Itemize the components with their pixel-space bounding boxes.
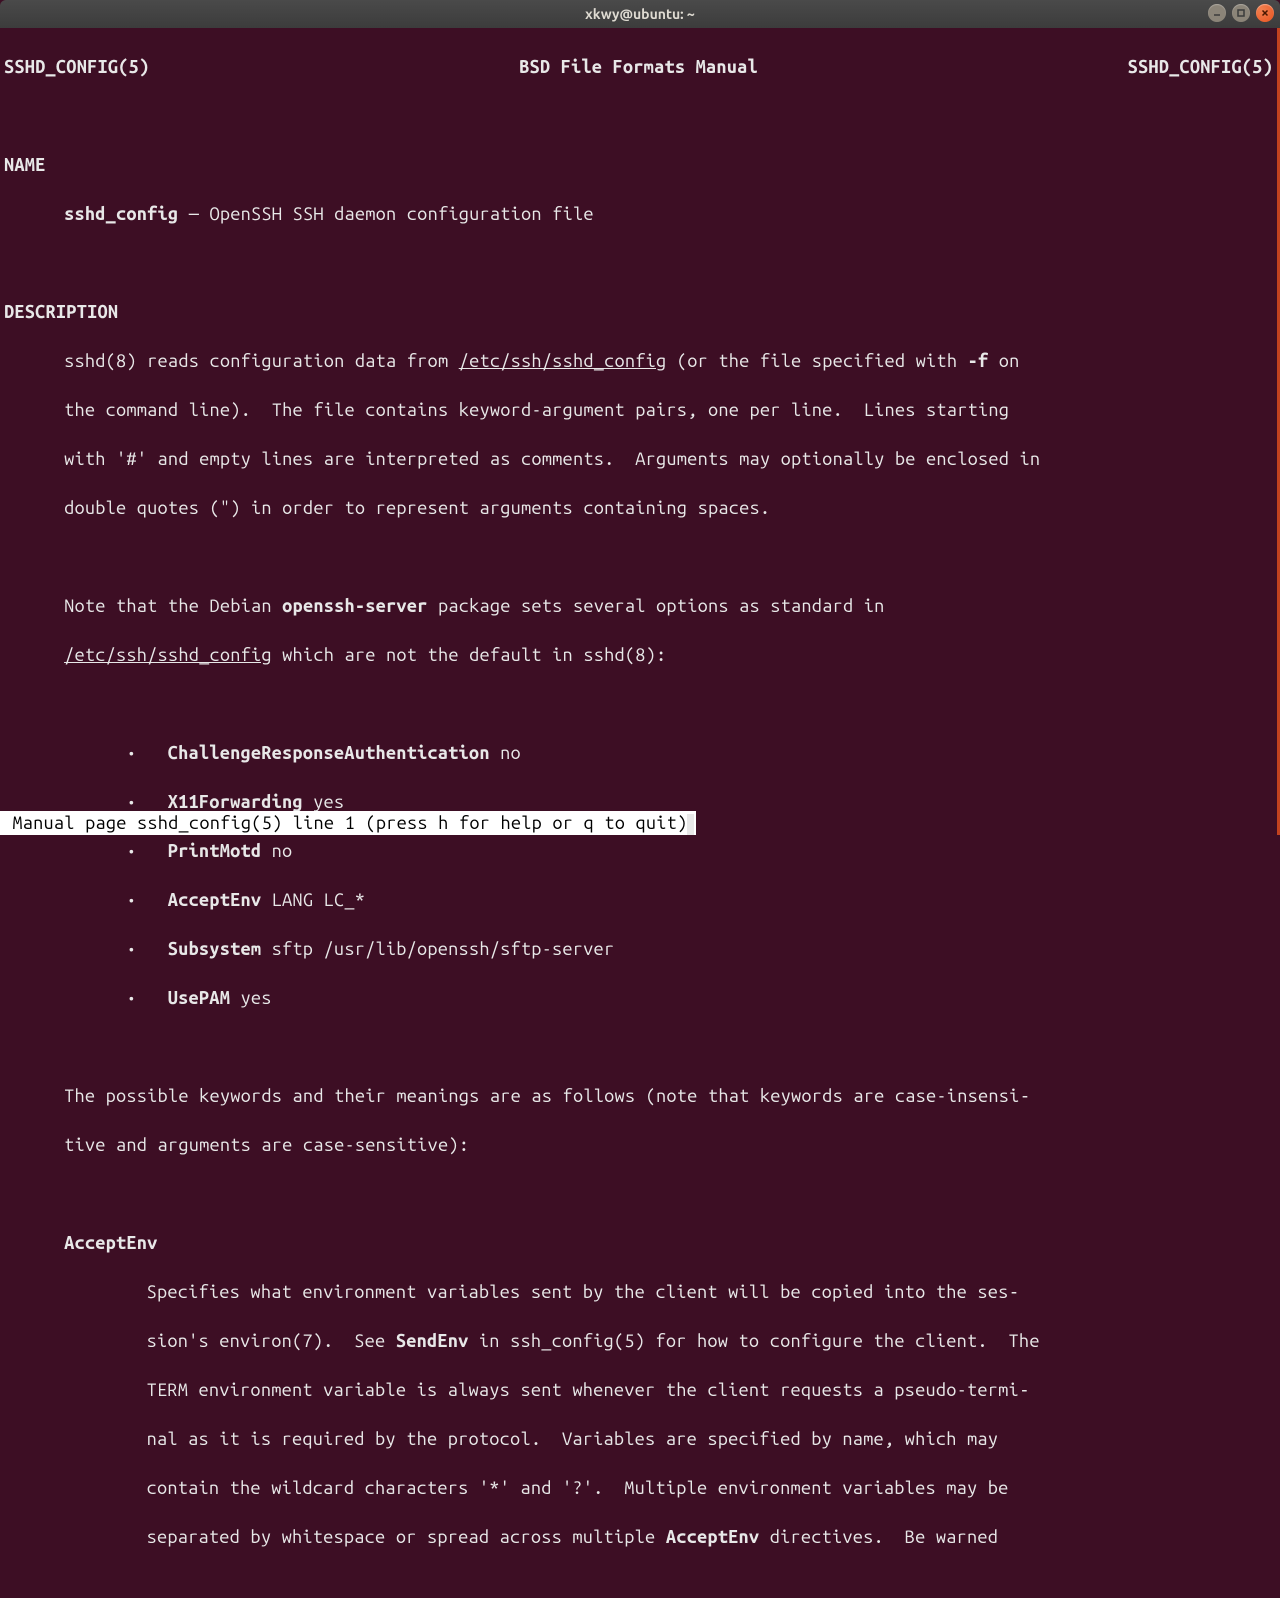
header-center: BSD File Formats Manual	[519, 55, 758, 80]
status-text: Manual page sshd_config(5) line 1 (press…	[2, 813, 687, 833]
desc-line: sshd(8) reads configuration data from /e…	[4, 349, 1273, 374]
config-path: /etc/ssh/sshd_config	[64, 645, 272, 665]
option-desc-line: separated by whitespace or spread across…	[4, 1525, 1273, 1550]
option-key: UsePAM	[168, 988, 230, 1008]
man-page-header: SSHD_CONFIG(5) BSD File Formats Manual SSH…	[4, 55, 1273, 80]
flag-f: -f	[968, 351, 989, 371]
option-key: PrintMotd	[168, 841, 261, 861]
bullet-item: · UsePAM yes	[4, 986, 1273, 1011]
sendenv-bold: SendEnv	[396, 1331, 469, 1351]
blank-line	[4, 692, 1273, 717]
option-value: yes	[303, 792, 345, 812]
desc-line: the command line). The file contains key…	[4, 398, 1273, 423]
maximize-button[interactable]	[1232, 4, 1250, 22]
window-title: xkwy@ubuntu: ~	[585, 6, 695, 22]
name-command: sshd_config	[64, 204, 178, 224]
blank-line	[4, 1035, 1273, 1060]
blank-line	[4, 545, 1273, 570]
acceptenv-bold: AcceptEnv	[666, 1527, 759, 1547]
option-key: ChallengeResponseAuthentication	[168, 743, 490, 763]
bullet-item: · Subsystem sftp /usr/lib/openssh/sftp-s…	[4, 937, 1273, 962]
blank-line	[4, 1182, 1273, 1207]
minimize-button[interactable]	[1208, 4, 1226, 22]
option-key: X11Forwarding	[168, 792, 303, 812]
header-left: SSHD_CONFIG(5)	[4, 55, 149, 80]
bullet-item: · PrintMotd no	[4, 839, 1273, 864]
desc-line: The possible keywords and their meanings…	[4, 1084, 1273, 1109]
option-desc-line: Specifies what environment variables sen…	[4, 1280, 1273, 1305]
section-description-heading: DESCRIPTION	[4, 300, 1273, 325]
option-desc-line: TERM environment variable is always sent…	[4, 1378, 1273, 1403]
option-key: Subsystem	[168, 939, 261, 959]
name-line: sshd_config — OpenSSH SSH daemon configu…	[4, 202, 1273, 227]
section-name-heading: NAME	[4, 153, 1273, 178]
openssh-server-bold: openssh-server	[282, 596, 427, 616]
bullet-item: · ChallengeResponseAuthentication no	[4, 741, 1273, 766]
desc-line: Note that the Debian openssh-server pack…	[4, 594, 1273, 619]
terminal-viewport[interactable]: SSHD_CONFIG(5) BSD File Formats Manual SSH…	[0, 28, 1280, 835]
blank-line	[4, 251, 1273, 276]
option-value: no	[490, 743, 521, 763]
option-value: sftp /usr/lib/openssh/sftp-server	[261, 939, 614, 959]
option-desc-line: sion's environ(7). See SendEnv in ssh_co…	[4, 1329, 1273, 1354]
desc-line: double quotes (") in order to represent …	[4, 496, 1273, 521]
config-path: /etc/ssh/sshd_config	[459, 351, 667, 371]
option-acceptenv-heading: AcceptEnv	[4, 1231, 1273, 1256]
bullet-item: · AcceptEnv LANG LC_*	[4, 888, 1273, 913]
cursor-icon	[687, 814, 693, 835]
desc-line: /etc/ssh/sshd_config which are not the d…	[4, 643, 1273, 668]
close-button[interactable]	[1256, 4, 1274, 22]
desc-line: with '#' and empty lines are interpreted…	[4, 447, 1273, 472]
pager-status-line: Manual page sshd_config(5) line 1 (press…	[0, 811, 696, 836]
desc-line: tive and arguments are case-sensitive):	[4, 1133, 1273, 1158]
option-key: AcceptEnv	[168, 890, 261, 910]
option-value: yes	[230, 988, 272, 1008]
name-separator: —	[178, 204, 209, 224]
option-desc-line: nal as it is required by the protocol. V…	[4, 1427, 1273, 1452]
option-value: LANG LC_*	[261, 890, 365, 910]
header-right: SSHD_CONFIG(5)	[1128, 55, 1273, 80]
name-description: OpenSSH SSH daemon configuration file	[209, 204, 593, 224]
window-controls	[1208, 4, 1274, 22]
blank-line	[4, 104, 1273, 129]
option-value: no	[261, 841, 292, 861]
option-desc-line: contain the wildcard characters '*' and …	[4, 1476, 1273, 1501]
window-titlebar: xkwy@ubuntu: ~	[0, 0, 1280, 28]
